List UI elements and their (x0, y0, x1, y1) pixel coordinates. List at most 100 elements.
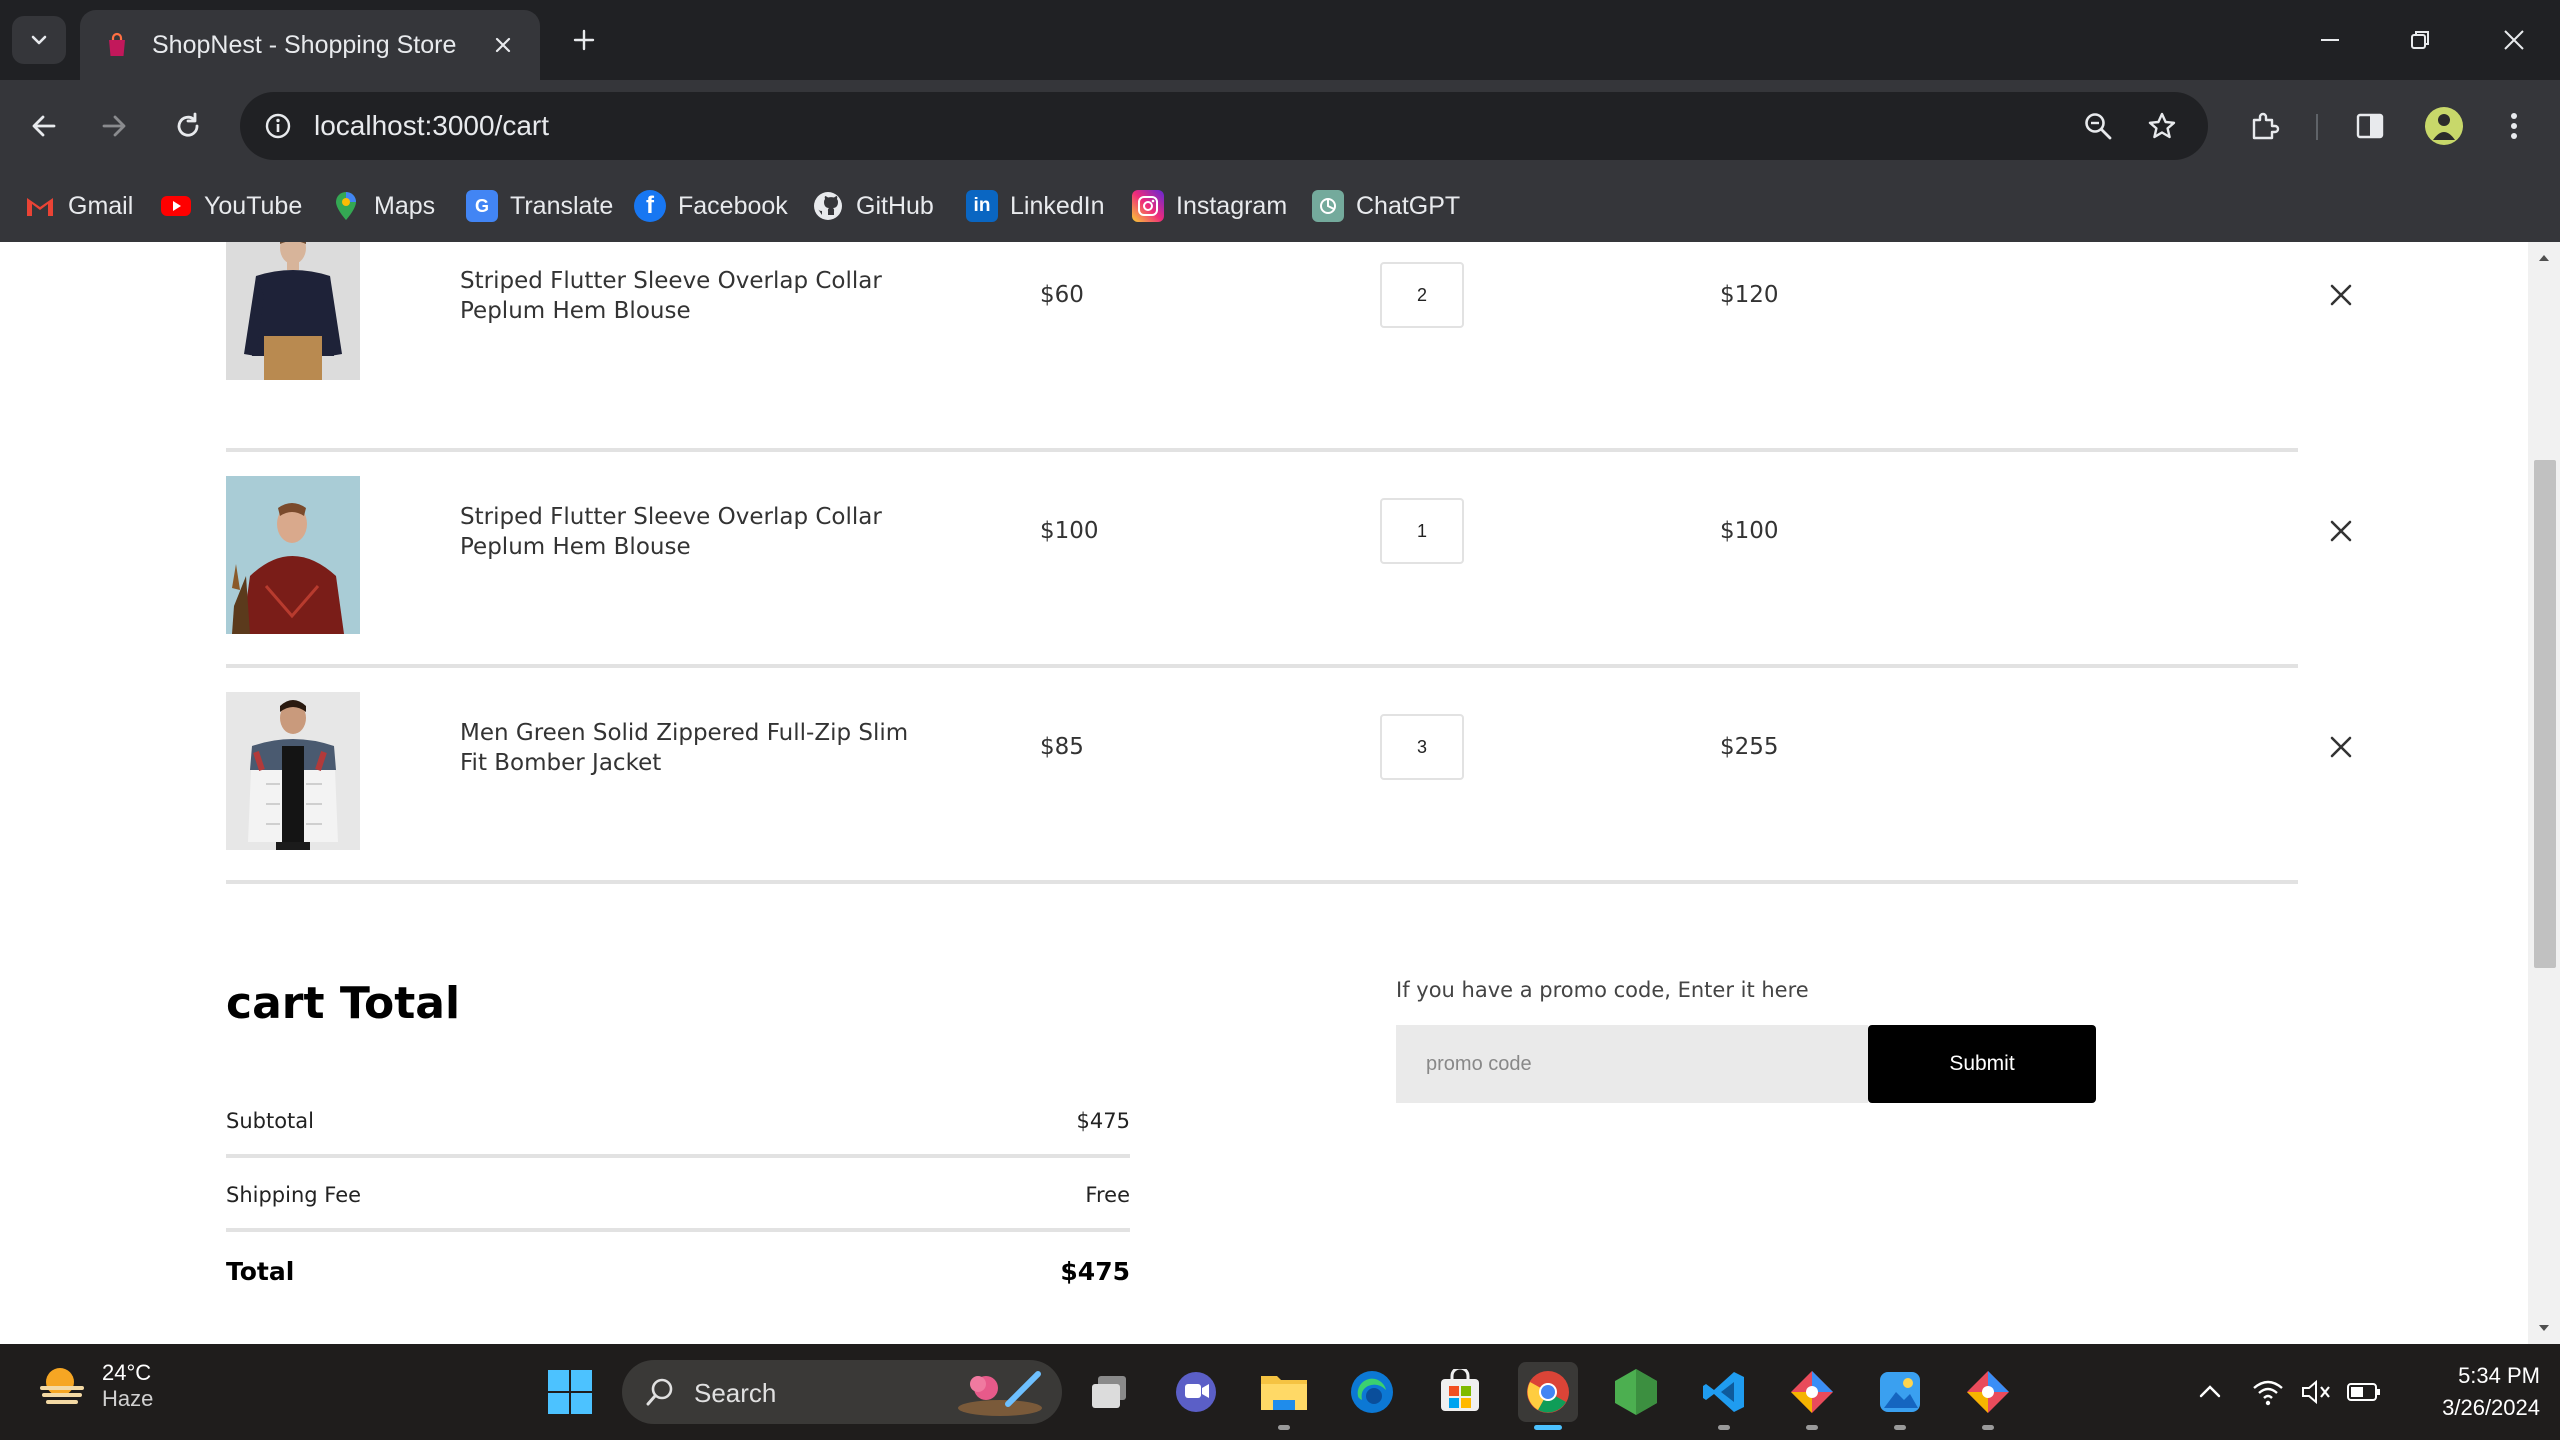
windows-taskbar: 24°C Haze Search 5:34 PM 3/26/2024 (0, 1344, 2560, 1440)
vscode-icon[interactable] (1694, 1362, 1754, 1430)
volume-muted-icon[interactable] (2296, 1372, 2336, 1412)
product-price: $85 (1040, 734, 1084, 760)
bookmark-facebook[interactable]: f Facebook (634, 186, 788, 226)
clock-time: 5:34 PM (2458, 1363, 2540, 1388)
weather-widget[interactable]: 24°C Haze (36, 1360, 153, 1412)
running-indicator (1718, 1425, 1730, 1430)
zoom-icon[interactable] (2078, 106, 2118, 146)
nodejs-icon[interactable] (1606, 1362, 1666, 1422)
product-image[interactable] (226, 476, 360, 634)
bookmark-linkedin[interactable]: in LinkedIn (966, 186, 1105, 226)
teams-chat-icon[interactable] (1166, 1362, 1226, 1422)
bookmark-label: Maps (374, 191, 436, 220)
edge-icon[interactable] (1342, 1362, 1402, 1422)
promo-code-input[interactable] (1396, 1025, 1868, 1103)
bookmark-star-icon[interactable] (2142, 106, 2182, 146)
product-name[interactable]: Striped Flutter Sleeve Overlap Collar Pe… (460, 266, 940, 326)
back-arrow-icon[interactable] (20, 102, 68, 150)
kebab-menu-icon[interactable] (2490, 102, 2538, 150)
restore-icon[interactable] (2390, 18, 2450, 62)
quantity-input[interactable]: 3 (1380, 714, 1464, 780)
file-explorer-icon[interactable] (1254, 1362, 1314, 1430)
snipping-tool-2-icon[interactable] (1958, 1362, 2018, 1430)
taskbar-search-label: Search (694, 1378, 777, 1408)
bookmark-youtube[interactable]: YouTube (160, 186, 302, 226)
battery-icon[interactable] (2344, 1372, 2384, 1412)
profile-avatar[interactable] (2420, 102, 2468, 150)
remove-item-icon[interactable] (2326, 516, 2356, 546)
windows-start-icon[interactable] (546, 1368, 594, 1416)
bookmark-instagram[interactable]: Instagram (1132, 186, 1287, 226)
cart-row: Striped Flutter Sleeve Overlap Collar Pe… (226, 242, 2352, 452)
task-view-icon[interactable] (1080, 1362, 1140, 1422)
youtube-icon (160, 190, 192, 222)
close-window-icon[interactable] (2484, 18, 2544, 62)
remove-item-icon[interactable] (2326, 280, 2356, 310)
scroll-up-arrow-icon[interactable] (2536, 250, 2552, 266)
facebook-icon: f (634, 190, 666, 222)
bookmark-label: LinkedIn (1010, 191, 1105, 220)
bookmark-gmail[interactable]: Gmail (24, 186, 133, 226)
remove-item-icon[interactable] (2326, 732, 2356, 762)
product-line-total: $120 (1720, 282, 1779, 308)
site-info-icon[interactable] (258, 106, 298, 146)
chrome-icon[interactable] (1518, 1362, 1578, 1430)
quantity-input[interactable]: 1 (1380, 498, 1464, 564)
gmail-icon (24, 190, 56, 222)
tab-title: ShopNest - Shopping Store (152, 30, 457, 59)
maps-icon (330, 190, 362, 222)
subtotal-row: Subtotal $475 (226, 1088, 1130, 1158)
system-clock[interactable]: 5:34 PM 3/26/2024 (2400, 1360, 2540, 1424)
product-line-total: $100 (1720, 518, 1779, 544)
cart-row: Men Green Solid Zippered Full-Zip Slim F… (226, 668, 2352, 884)
product-name[interactable]: Men Green Solid Zippered Full-Zip Slim F… (460, 718, 940, 778)
snipping-tool-icon[interactable] (1782, 1362, 1842, 1430)
bookmark-github[interactable]: GitHub (812, 186, 934, 226)
toolbar-divider (2316, 114, 2318, 140)
bookmark-translate[interactable]: G Translate (466, 186, 613, 226)
tab-close-icon[interactable] (486, 28, 520, 62)
bookmark-label: ChatGPT (1356, 191, 1461, 220)
forward-arrow-icon[interactable] (90, 102, 138, 150)
bookmark-chatgpt[interactable]: ChatGPT (1312, 186, 1460, 226)
total-label: Total (226, 1256, 295, 1286)
microsoft-store-icon[interactable] (1430, 1362, 1490, 1422)
bookmark-label: GitHub (856, 191, 934, 220)
product-image[interactable] (226, 692, 360, 850)
search-icon (646, 1378, 673, 1406)
shipping-row: Shipping Fee Free (226, 1162, 1130, 1232)
taskbar-search[interactable]: Search (622, 1360, 1062, 1424)
promo-label: If you have a promo code, Enter it here (1396, 978, 1809, 1002)
search-highlight-icon (958, 1371, 1042, 1416)
wifi-icon[interactable] (2248, 1372, 2288, 1412)
quantity-input[interactable]: 2 (1380, 262, 1464, 328)
side-panel-icon[interactable] (2346, 102, 2394, 150)
tab-search-button[interactable] (12, 16, 66, 64)
address-bar[interactable]: localhost:3000/cart (240, 92, 2208, 160)
product-price: $100 (1040, 518, 1099, 544)
product-price: $60 (1040, 282, 1084, 308)
new-tab-plus-icon[interactable] (562, 18, 606, 62)
show-hidden-icons-chevron-icon[interactable] (2190, 1372, 2230, 1412)
extensions-icon[interactable] (2240, 102, 2288, 150)
minimize-icon[interactable] (2300, 18, 2360, 62)
photos-icon[interactable] (1870, 1362, 1930, 1430)
bookmark-maps[interactable]: Maps (330, 186, 435, 226)
running-indicator (1806, 1425, 1818, 1430)
browser-toolbar: localhost:3000/cart (0, 80, 2560, 172)
chevron-down-icon (31, 35, 47, 45)
product-image[interactable] (226, 242, 360, 380)
product-name[interactable]: Striped Flutter Sleeve Overlap Collar Pe… (460, 502, 940, 562)
url-text: localhost:3000/cart (314, 110, 550, 141)
translate-icon: G (466, 190, 498, 222)
scroll-down-arrow-icon[interactable] (2536, 1320, 2552, 1336)
active-tab[interactable]: ShopNest - Shopping Store (80, 10, 540, 80)
scrollbar-thumb[interactable] (2534, 460, 2556, 968)
shipping-value: Free (1085, 1183, 1130, 1207)
page-scrollbar[interactable] (2528, 242, 2560, 1344)
promo-submit-button[interactable]: Submit (1868, 1025, 2096, 1103)
reload-icon[interactable] (164, 102, 212, 150)
cart-total-title: cart Total (226, 978, 461, 1029)
page-viewport: Striped Flutter Sleeve Overlap Collar Pe… (0, 242, 2528, 1344)
weather-haze-icon (40, 1368, 84, 1404)
